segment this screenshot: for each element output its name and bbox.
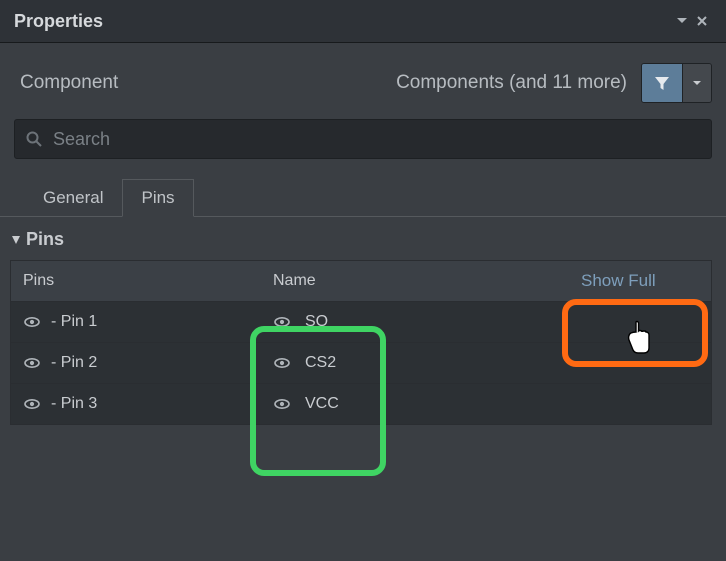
filter-button-group [641, 63, 712, 103]
table-row[interactable]: - Pin 2 CS2 [11, 343, 711, 384]
filter-button[interactable] [642, 64, 683, 102]
visibility-icon[interactable] [23, 354, 41, 372]
col-header-name[interactable]: Name [263, 272, 581, 290]
table-row[interactable]: - Pin 3 VCC [11, 384, 711, 424]
pin-name: VCC [305, 395, 339, 413]
pin-label: - Pin 1 [51, 313, 97, 331]
panel-header: Properties [0, 0, 726, 43]
panel-collapse-button[interactable] [676, 15, 696, 27]
visibility-icon[interactable] [23, 395, 41, 413]
table-row[interactable]: - Pin 1 SO [11, 302, 711, 343]
panel-close-button[interactable] [696, 15, 716, 27]
visibility-icon[interactable] [273, 354, 291, 372]
panel-title: Properties [14, 11, 676, 32]
pin-label: - Pin 3 [51, 395, 97, 413]
pin-name: CS2 [305, 354, 336, 372]
filter-dropdown-button[interactable] [683, 64, 711, 102]
section-header-pins[interactable]: Pins [0, 217, 726, 260]
visibility-icon[interactable] [23, 313, 41, 331]
show-full-link[interactable]: Show Full [581, 271, 711, 291]
component-label: Component [20, 72, 396, 94]
table-header-row: Pins Name Show Full [11, 261, 711, 302]
search-field[interactable] [14, 119, 712, 159]
pins-table: Pins Name Show Full - Pin 1 SO - Pin 2 C… [10, 260, 712, 425]
visibility-icon[interactable] [273, 313, 291, 331]
search-input[interactable] [51, 128, 701, 151]
pin-name: SO [305, 313, 328, 331]
component-row: Component Components (and 11 more) [0, 43, 726, 115]
pin-label: - Pin 2 [51, 354, 97, 372]
tabs: General Pins [0, 173, 726, 217]
disclosure-triangle-icon [10, 234, 22, 246]
section-title: Pins [26, 229, 64, 250]
search-icon [25, 130, 43, 148]
tab-general[interactable]: General [24, 179, 122, 217]
tab-pins[interactable]: Pins [122, 179, 193, 217]
component-count: Components (and 11 more) [396, 72, 627, 94]
visibility-icon[interactable] [273, 395, 291, 413]
col-header-pins[interactable]: Pins [11, 272, 263, 290]
